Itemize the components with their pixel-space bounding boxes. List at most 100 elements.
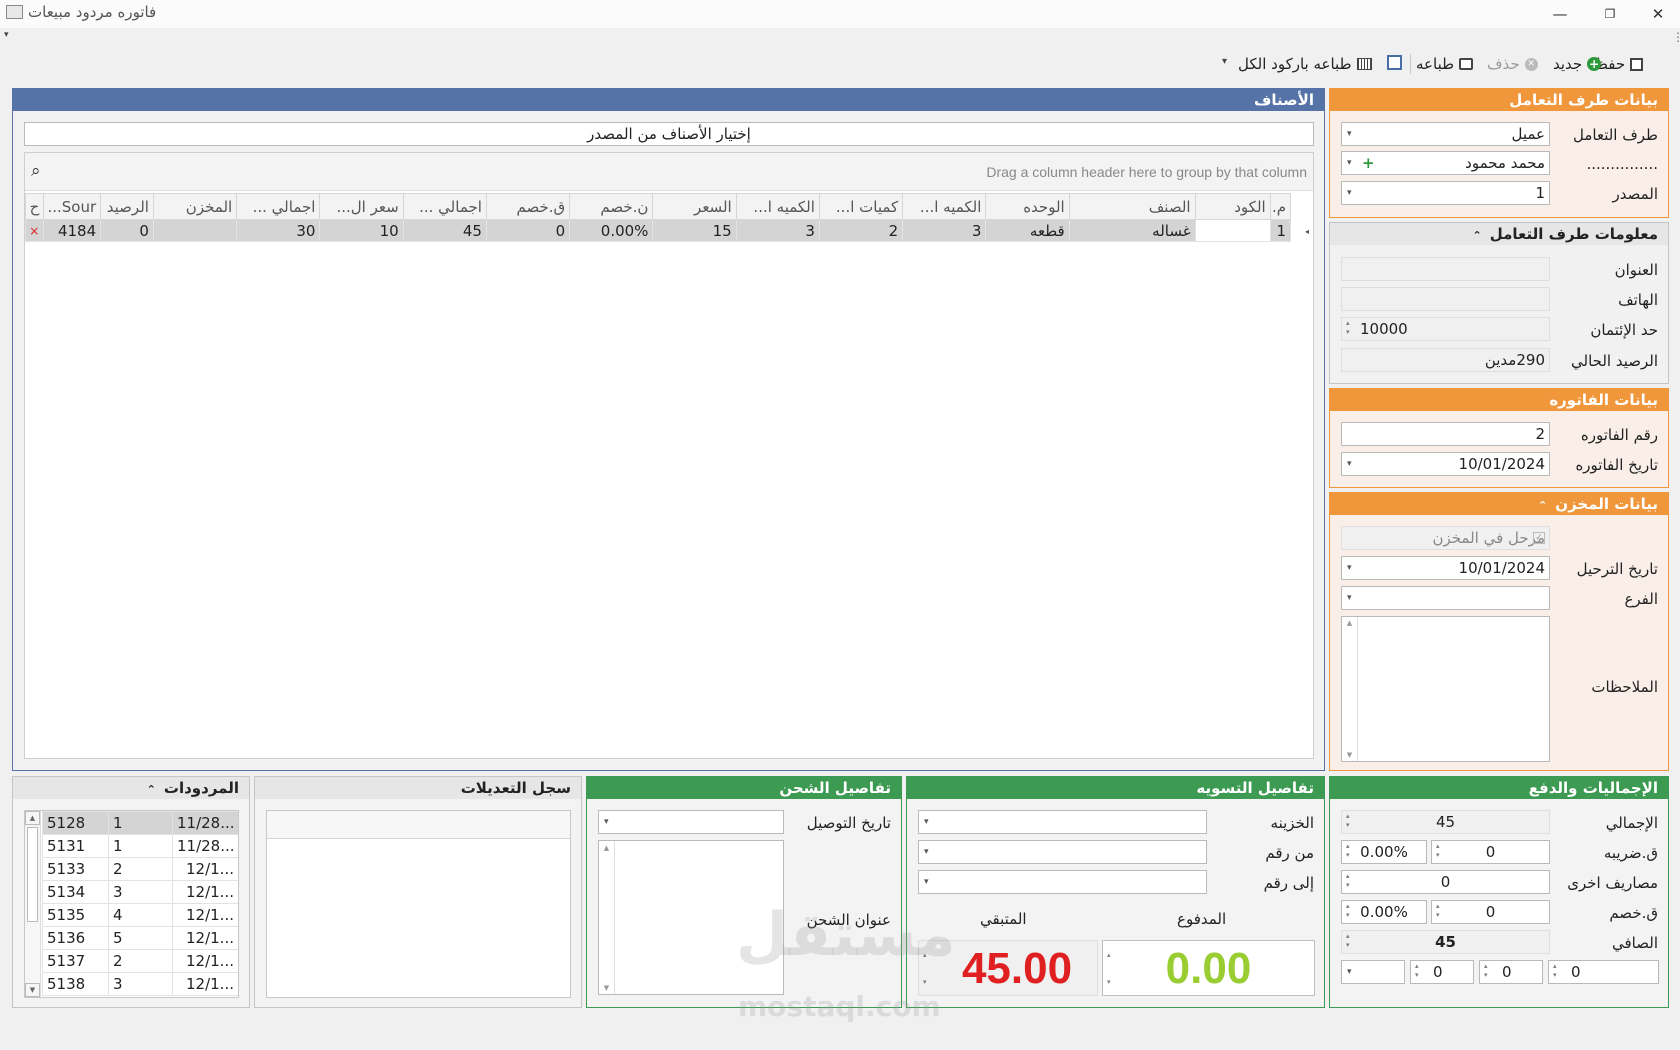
delivery-date-picker[interactable]: ▾ bbox=[598, 810, 784, 834]
spinner-icon[interactable]: ▴ ▾ bbox=[1436, 902, 1440, 920]
column-header[interactable]: الصنف bbox=[1068, 193, 1196, 220]
list-item[interactable]: 5131 1 11/28... bbox=[42, 834, 238, 858]
discount-percent-field[interactable]: 0.00% ▴ ▾ bbox=[1341, 900, 1427, 924]
column-header[interactable]: ق.خصم bbox=[485, 193, 571, 220]
spinner-icon[interactable]: ▴ ▾ bbox=[1436, 842, 1440, 860]
branch-select[interactable]: ▾ bbox=[1341, 586, 1550, 610]
column-header[interactable]: ن.خصم bbox=[569, 193, 654, 220]
post-date-picker[interactable]: 10/01/2024 ▾ bbox=[1341, 556, 1550, 580]
list-item[interactable]: 5128 1 11/28... bbox=[42, 811, 238, 835]
column-header[interactable]: اجمالي ... bbox=[402, 193, 487, 220]
spinner-icon[interactable]: ▴ ▾ bbox=[1553, 962, 1557, 980]
list-item[interactable]: 5137 2 12/1... bbox=[42, 949, 238, 973]
close-button[interactable]: ✕ bbox=[1638, 2, 1678, 26]
restore-button[interactable]: ❐ bbox=[1590, 2, 1630, 26]
paid-field[interactable]: 0.00 ▴ ▾ bbox=[1102, 940, 1315, 996]
tax-percent-field[interactable]: 0.00% ▴ ▾ bbox=[1341, 840, 1427, 864]
delete-row-icon[interactable]: × bbox=[24, 219, 45, 242]
list-item[interactable]: 5136 5 12/1... bbox=[42, 926, 238, 950]
toolbar-dropdown-icon[interactable]: ▾ bbox=[1222, 56, 1227, 67]
to-number-select[interactable]: ▾ bbox=[918, 870, 1207, 894]
address-scrollbar[interactable]: ▲ ▼ bbox=[599, 841, 615, 994]
settings-icon[interactable] bbox=[1387, 55, 1402, 70]
list-item[interactable]: 5133 2 12/1... bbox=[42, 857, 238, 881]
column-header[interactable]: الكود bbox=[1194, 193, 1271, 220]
column-header[interactable]: المخزن bbox=[152, 193, 238, 220]
other-expenses-field[interactable]: 0 ▴ ▾ bbox=[1341, 870, 1550, 894]
notes-scrollbar[interactable]: ▲ ▼ bbox=[1342, 617, 1358, 761]
posted-checkbox[interactable]: مرحل في المخزن ✓ bbox=[1341, 526, 1550, 550]
column-header[interactable]: اجمالي ... bbox=[236, 193, 321, 220]
source-select[interactable]: 1 ▾ bbox=[1341, 181, 1550, 205]
minimize-button[interactable]: — bbox=[1540, 2, 1580, 26]
type-label: طرف التعامل bbox=[1573, 126, 1658, 144]
credit-limit-value: 10000 bbox=[1360, 320, 1408, 338]
customer-select[interactable]: محمد محمود ▾ + bbox=[1341, 151, 1550, 175]
column-header[interactable]: Sour... bbox=[43, 193, 102, 220]
list-item[interactable]: 5134 3 12/1... bbox=[42, 880, 238, 904]
treasury-select[interactable]: ▾ bbox=[918, 810, 1207, 834]
phone-field[interactable] bbox=[1341, 287, 1550, 311]
table-cell[interactable] bbox=[1194, 219, 1271, 242]
bottom-field-3[interactable]: 0 ▴ ▾ bbox=[1410, 960, 1474, 984]
changelog-header: سجل التعديلات bbox=[255, 777, 581, 799]
spinner-icon[interactable]: ▴ ▾ bbox=[1415, 962, 1419, 980]
spinner-icon[interactable]: ▴ ▾ bbox=[1346, 872, 1350, 890]
print-barcode-all-button[interactable]: طباعه باركود الكل bbox=[1238, 52, 1372, 76]
items-table: م. الكود الصنف الوحده الكميه ا... كميات ا... ا… bbox=[24, 193, 1292, 242]
tax-value-field[interactable]: 0 ▴ ▾ bbox=[1431, 840, 1550, 864]
column-header[interactable]: م. bbox=[1269, 193, 1292, 220]
spinner-icon[interactable]: ▴ ▾ bbox=[1484, 962, 1488, 980]
bottom-select[interactable]: ▾ bbox=[1341, 960, 1405, 984]
from-number-select[interactable]: ▾ bbox=[918, 840, 1207, 864]
address-field[interactable] bbox=[1341, 257, 1550, 281]
save-button[interactable]: حفظ bbox=[1594, 52, 1644, 76]
column-header[interactable]: الكميه ا... bbox=[902, 193, 987, 220]
bottom-field-1[interactable]: 0 ▴ ▾ bbox=[1548, 960, 1659, 984]
collapse-icon[interactable]: ⌃ bbox=[1473, 229, 1482, 242]
spinner-icon[interactable]: ▴ ▾ bbox=[1107, 951, 1111, 987]
column-header[interactable]: السعر bbox=[652, 193, 737, 220]
add-customer-icon[interactable]: + bbox=[1362, 152, 1375, 174]
quick-access-chevron-icon[interactable]: ▾ bbox=[4, 30, 9, 40]
type-select[interactable]: عميل ▾ bbox=[1341, 122, 1550, 146]
table-cell: 10 bbox=[319, 219, 404, 242]
spinner-icon[interactable]: ▴ ▾ bbox=[1346, 842, 1350, 860]
other-expenses-label: مصاريف اخرى bbox=[1567, 874, 1658, 892]
spinner-icon[interactable]: ▴ ▾ bbox=[1346, 902, 1350, 920]
group-panel[interactable]: ⌕ Drag a column header here to group by … bbox=[25, 153, 1313, 191]
delete-button[interactable]: ✕ حذف bbox=[1487, 52, 1538, 76]
balance-field: 290مدين bbox=[1341, 348, 1550, 372]
list-item[interactable]: 5138 3 12/1... bbox=[42, 972, 238, 996]
returns-scrollbar[interactable]: ▲ ▼ bbox=[25, 811, 41, 997]
returns-list[interactable]: ▲ ▼ 5128 1 11/28... 5131 1 11/28... 5133 2 12/1.… bbox=[24, 810, 239, 998]
column-header[interactable]: كميات ا... bbox=[818, 193, 904, 220]
table-cell: 1 bbox=[1269, 219, 1292, 242]
discount-value-field[interactable]: 0 ▴ ▾ bbox=[1431, 900, 1550, 924]
invoice-date-picker[interactable]: 10/01/2024 ▾ bbox=[1341, 452, 1550, 476]
changelog-list[interactable] bbox=[266, 810, 571, 998]
column-header[interactable]: سعر ال... bbox=[319, 193, 404, 220]
select-items-from-source-button[interactable]: إختيار الأصناف من المصدر bbox=[24, 122, 1314, 146]
credit-limit-field[interactable]: 10000 ▴ ▾ bbox=[1341, 317, 1550, 341]
list-cell: 5131 bbox=[42, 834, 109, 858]
notes-textarea[interactable]: ▲ ▼ bbox=[1341, 616, 1550, 762]
column-header[interactable]: الرصيد bbox=[100, 193, 154, 220]
spinner-icon[interactable]: ▴ ▾ bbox=[1346, 319, 1350, 337]
table-row[interactable]: 1 غساله قطعه 3 2 3 15 0.00% 0 45 10 30 0 4184 × bbox=[24, 219, 1292, 242]
changelog-list-header bbox=[267, 811, 570, 839]
list-cell: 5133 bbox=[42, 857, 109, 881]
list-cell: 12/1... bbox=[172, 903, 238, 927]
list-item[interactable]: 5135 4 12/1... bbox=[42, 903, 238, 927]
more-icon[interactable]: ⋮ bbox=[1672, 30, 1680, 44]
bottom-field-2[interactable]: 0 ▴ ▾ bbox=[1479, 960, 1543, 984]
column-header[interactable]: ح bbox=[24, 193, 45, 220]
search-icon[interactable]: ⌕ bbox=[31, 161, 41, 181]
print-button[interactable]: طباعه bbox=[1416, 52, 1474, 76]
collapse-icon[interactable]: ⌃ bbox=[147, 783, 156, 796]
column-header[interactable]: الكميه ا... bbox=[735, 193, 820, 220]
column-header[interactable]: الوحده bbox=[985, 193, 1070, 220]
new-button[interactable]: + جديد bbox=[1553, 52, 1602, 76]
collapse-icon[interactable]: ⌃ bbox=[1538, 499, 1547, 512]
invoice-number-field[interactable]: 2 bbox=[1341, 422, 1550, 446]
